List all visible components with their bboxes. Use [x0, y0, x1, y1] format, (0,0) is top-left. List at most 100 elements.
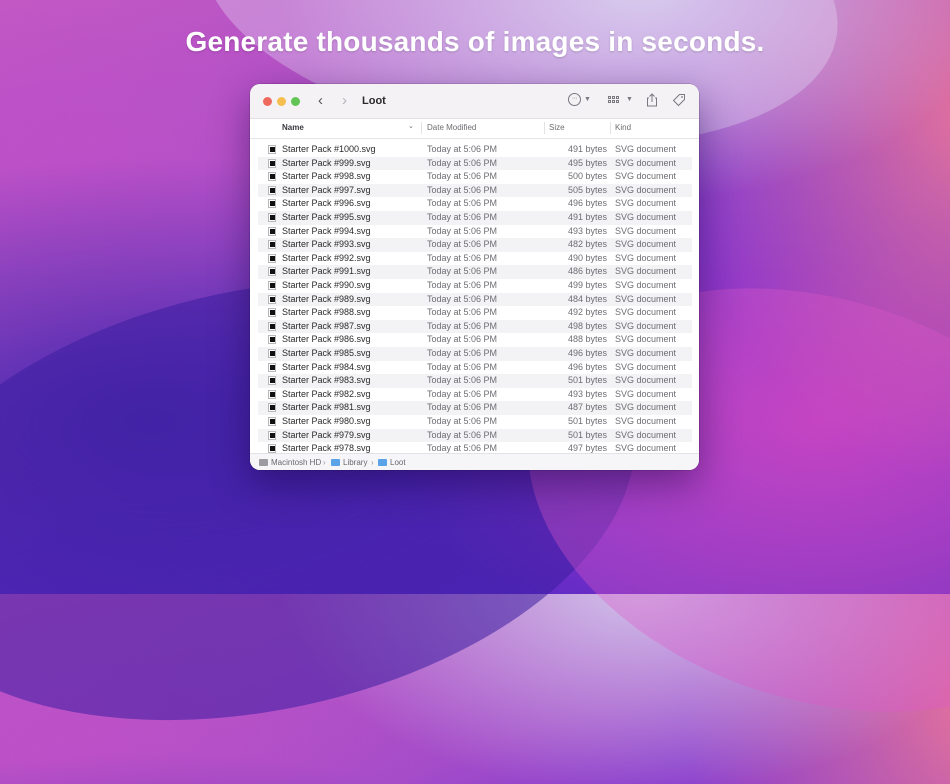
- table-row[interactable]: Starter Pack #989.svg Today at 5:06 PM 484…: [258, 292, 692, 307]
- file-name: Starter Pack #989.svg: [282, 293, 371, 304]
- table-row[interactable]: Starter Pack #987.svg Today at 5:06 PM 498…: [258, 319, 692, 334]
- ellipsis-circle-icon[interactable]: ···: [568, 93, 581, 109]
- file-kind: SVG document: [615, 320, 677, 331]
- file-size: 492 bytes: [567, 307, 607, 318]
- column-kind[interactable]: Kind: [615, 123, 631, 132]
- table-row[interactable]: Starter Pack #988.svg Today at 5:06 PM 492…: [258, 306, 692, 320]
- table-row[interactable]: Starter Pack #980.svg Today at 5:06 PM 501…: [258, 415, 692, 429]
- folder-icon: [378, 459, 387, 466]
- table-row[interactable]: Starter Pack #978.svg Today at 5:06 PM 497…: [258, 442, 692, 453]
- svg-file-icon: [268, 389, 276, 399]
- table-row[interactable]: Starter Pack #986.svg Today at 5:06 PM 488…: [258, 333, 692, 347]
- forward-icon[interactable]: ›: [342, 93, 347, 109]
- file-kind: SVG document: [615, 402, 677, 413]
- file-size: 500 bytes: [567, 171, 607, 182]
- sort-chevron-icon[interactable]: ⌄: [408, 122, 414, 130]
- table-row[interactable]: Starter Pack #979.svg Today at 5:06 PM 501…: [258, 428, 692, 443]
- file-size: 486 bytes: [567, 266, 607, 277]
- file-name: Starter Pack #992.svg: [282, 252, 371, 263]
- finder-window: ‹ › Loot ··· ▼ ▼ Name ⌄ Date Modified Si…: [250, 84, 699, 470]
- file-name: Starter Pack #984.svg: [282, 361, 371, 372]
- file-name: Starter Pack #980.svg: [282, 416, 371, 426]
- file-name: Starter Pack #996.svg: [282, 198, 371, 209]
- table-row[interactable]: Starter Pack #992.svg Today at 5:06 PM 490…: [258, 252, 692, 266]
- table-row[interactable]: Starter Pack #998.svg Today at 5:06 PM 500…: [258, 170, 692, 184]
- table-row[interactable]: Starter Pack #985.svg Today at 5:06 PM 496…: [258, 347, 692, 361]
- table-row[interactable]: Starter Pack #1000.svg Today at 5:06 PM 49…: [258, 143, 692, 157]
- table-row[interactable]: Starter Pack #984.svg Today at 5:06 PM 496…: [258, 361, 692, 375]
- column-header: Name ⌄ Date Modified Size Kind: [250, 119, 699, 139]
- file-kind: SVG document: [615, 334, 677, 345]
- svg-file-icon: [268, 226, 276, 236]
- table-row[interactable]: Starter Pack #982.svg Today at 5:06 PM 493…: [258, 388, 692, 402]
- close-button[interactable]: [263, 97, 272, 106]
- tag-icon[interactable]: [672, 93, 686, 109]
- zoom-button[interactable]: [291, 97, 300, 106]
- column-date[interactable]: Date Modified: [427, 123, 476, 132]
- column-divider[interactable]: [610, 122, 611, 134]
- svg-file-icon: [268, 185, 276, 195]
- path-item-macintosh-hd[interactable]: Macintosh HD: [259, 458, 321, 467]
- table-row[interactable]: Starter Pack #993.svg Today at 5:06 PM 482…: [258, 238, 692, 252]
- file-kind: SVG document: [615, 429, 677, 440]
- back-icon[interactable]: ‹: [318, 93, 323, 109]
- title-bar: ‹ › Loot ··· ▼ ▼: [250, 84, 699, 119]
- file-kind: SVG document: [615, 144, 677, 154]
- file-size: 496 bytes: [567, 348, 607, 358]
- file-date: Today at 5:06 PM: [427, 157, 498, 168]
- file-name: Starter Pack #988.svg: [282, 307, 371, 318]
- table-row[interactable]: Starter Pack #995.svg Today at 5:06 PM 491…: [258, 211, 692, 225]
- table-row[interactable]: Starter Pack #994.svg Today at 5:06 PM 493…: [258, 225, 692, 239]
- column-size[interactable]: Size: [549, 123, 565, 132]
- chevron-down-icon[interactable]: ▼: [626, 96, 633, 103]
- file-date: Today at 5:06 PM: [427, 212, 498, 222]
- file-kind: SVG document: [615, 443, 677, 453]
- file-size: 501 bytes: [567, 416, 607, 426]
- svg-file-icon: [268, 158, 276, 168]
- file-date: Today at 5:06 PM: [427, 416, 498, 426]
- svg-file-icon: [268, 321, 276, 331]
- column-divider[interactable]: [544, 122, 545, 134]
- column-name[interactable]: Name: [282, 123, 304, 132]
- table-row[interactable]: Starter Pack #996.svg Today at 5:06 PM 496…: [258, 197, 692, 211]
- path-bar: Macintosh HD › Library › Loot: [250, 453, 699, 470]
- file-size: 501 bytes: [567, 375, 607, 386]
- file-name: Starter Pack #994.svg: [282, 225, 371, 236]
- table-row[interactable]: Starter Pack #983.svg Today at 5:06 PM 501…: [258, 374, 692, 388]
- svg-file-icon: [268, 294, 276, 304]
- svg-file-icon: [268, 376, 276, 386]
- file-kind: SVG document: [615, 239, 677, 250]
- svg-file-icon: [268, 281, 276, 290]
- window-title: Loot: [362, 95, 386, 107]
- file-list: Starter Pack #1000.svg Today at 5:06 PM 49…: [250, 139, 699, 453]
- file-name: Starter Pack #990.svg: [282, 280, 371, 290]
- table-row[interactable]: Starter Pack #990.svg Today at 5:06 PM 499…: [258, 279, 692, 293]
- minimize-button[interactable]: [277, 97, 286, 106]
- file-kind: SVG document: [615, 375, 677, 386]
- path-item-loot[interactable]: Loot: [378, 458, 406, 467]
- file-kind: SVG document: [615, 307, 677, 318]
- table-row[interactable]: Starter Pack #981.svg Today at 5:06 PM 487…: [258, 401, 692, 415]
- column-divider[interactable]: [421, 122, 422, 134]
- folder-icon: [331, 459, 340, 466]
- share-icon[interactable]: [646, 93, 658, 109]
- headline: Generate thousands of images in seconds.: [185, 26, 765, 57]
- table-row[interactable]: Starter Pack #997.svg Today at 5:06 PM 505…: [258, 183, 692, 198]
- file-size: 482 bytes: [567, 239, 607, 250]
- file-date: Today at 5:06 PM: [427, 361, 498, 372]
- chevron-down-icon[interactable]: ▼: [584, 96, 591, 103]
- table-row[interactable]: Starter Pack #991.svg Today at 5:06 PM 486…: [258, 265, 692, 279]
- path-item-library[interactable]: Library: [331, 458, 367, 467]
- file-date: Today at 5:06 PM: [427, 443, 498, 453]
- svg-file-icon: [268, 335, 276, 345]
- file-date: Today at 5:06 PM: [427, 348, 498, 358]
- table-row[interactable]: Starter Pack #999.svg Today at 5:06 PM 495…: [258, 156, 692, 171]
- file-kind: SVG document: [615, 348, 677, 358]
- file-name: Starter Pack #993.svg: [282, 239, 371, 250]
- svg-file-icon: [268, 199, 276, 209]
- file-date: Today at 5:06 PM: [427, 198, 498, 209]
- grid-view-icon[interactable]: [608, 93, 619, 109]
- svg-file-icon: [268, 362, 276, 372]
- file-size: 501 bytes: [567, 429, 607, 440]
- hard-drive-icon: [259, 459, 268, 466]
